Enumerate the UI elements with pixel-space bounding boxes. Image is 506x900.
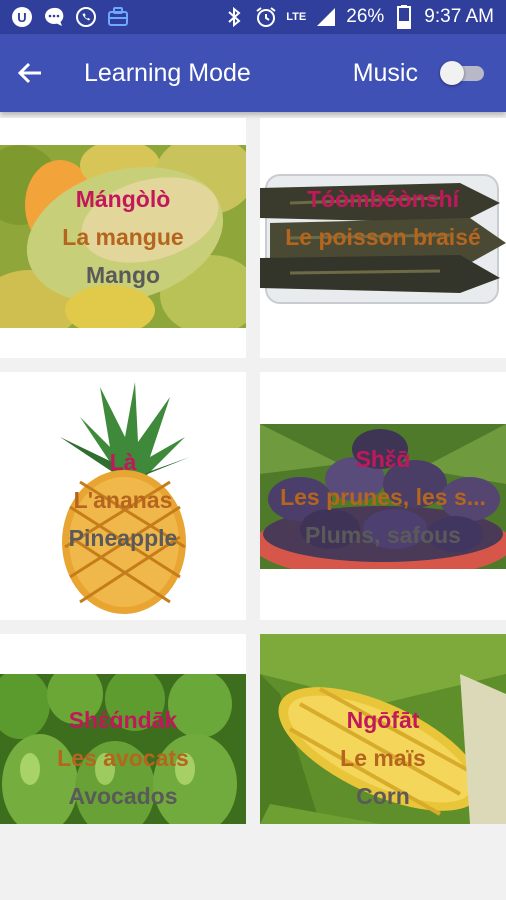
- toggle-thumb: [440, 61, 464, 85]
- card-labels: Shɛ̌ɑ̄ Les prunes, les s... Plums, safou…: [260, 440, 506, 554]
- local-word: Shɛ́ɑ́ndāk: [68, 707, 178, 733]
- french-word: La mangue: [62, 224, 184, 250]
- french-word: Les avocats: [57, 745, 189, 771]
- local-word: Ngōfāt: [346, 707, 420, 733]
- network-type: LTE: [286, 11, 307, 23]
- whatsapp-icon: [74, 5, 98, 29]
- chat-bubble-icon: [42, 5, 66, 29]
- clock: 9:37 AM: [424, 6, 494, 27]
- english-word: Plums, safous: [305, 522, 461, 548]
- french-word: Le maïs: [340, 745, 426, 771]
- vocab-card-avocados[interactable]: Shɛ́ɑ́ndāk Les avocats Avocados: [0, 634, 246, 824]
- music-toggle[interactable]: [440, 58, 488, 88]
- local-word: Là: [109, 449, 137, 475]
- french-word: Les prunes, les s...: [280, 484, 486, 510]
- notification-icons: U: [0, 5, 130, 29]
- alarm-icon: [254, 5, 278, 29]
- battery-icon: [392, 5, 416, 29]
- card-labels: Là L'ananas Pineapple: [0, 443, 246, 557]
- vocab-card-plums[interactable]: Shɛ̌ɑ̄ Les prunes, les s... Plums, safou…: [260, 372, 506, 620]
- vocab-card-fish[interactable]: Tóòmbóònshí Le poisson braisé: [260, 118, 506, 358]
- card-labels: Ngōfāt Le maïs Corn: [260, 701, 506, 815]
- app-u-icon: U: [10, 5, 34, 29]
- app-bar: Learning Mode Music: [0, 34, 506, 112]
- vocab-card-mango[interactable]: Mángòlò La mangue Mango: [0, 118, 246, 358]
- english-word: Avocados: [68, 783, 178, 809]
- english-word: Corn: [356, 783, 410, 809]
- english-word: Mango: [85, 262, 161, 288]
- bluetooth-icon: [222, 5, 246, 29]
- french-word: L'ananas: [73, 487, 173, 513]
- french-word: Le poisson braisé: [285, 224, 481, 250]
- local-word: Tóòmbóònshí: [306, 186, 460, 212]
- card-labels: Shɛ́ɑ́ndāk Les avocats Avocados: [0, 701, 246, 815]
- vocab-card-corn[interactable]: Ngōfāt Le maïs Corn: [260, 634, 506, 824]
- status-bar: U LTE 26% 9:37 AM: [0, 0, 506, 34]
- system-status: LTE 26% 9:37 AM: [222, 5, 506, 29]
- vocab-card-pineapple[interactable]: Là L'ananas Pineapple: [0, 372, 246, 620]
- card-labels: Mángòlò La mangue Mango: [0, 180, 246, 294]
- card-labels: Tóòmbóònshí Le poisson braisé: [260, 180, 506, 256]
- arrow-left-icon: [17, 62, 41, 84]
- local-word: Shɛ̌ɑ̄: [355, 446, 411, 472]
- english-word: Pineapple: [68, 525, 178, 551]
- page-title: Learning Mode: [84, 58, 251, 87]
- back-button[interactable]: [0, 34, 60, 112]
- local-word: Mángòlò: [75, 186, 171, 212]
- battery-percent: 26%: [346, 6, 385, 27]
- briefcase-icon: [106, 5, 130, 29]
- signal-icon: [314, 5, 338, 29]
- music-label: Music: [352, 58, 418, 87]
- svg-text:U: U: [17, 10, 26, 25]
